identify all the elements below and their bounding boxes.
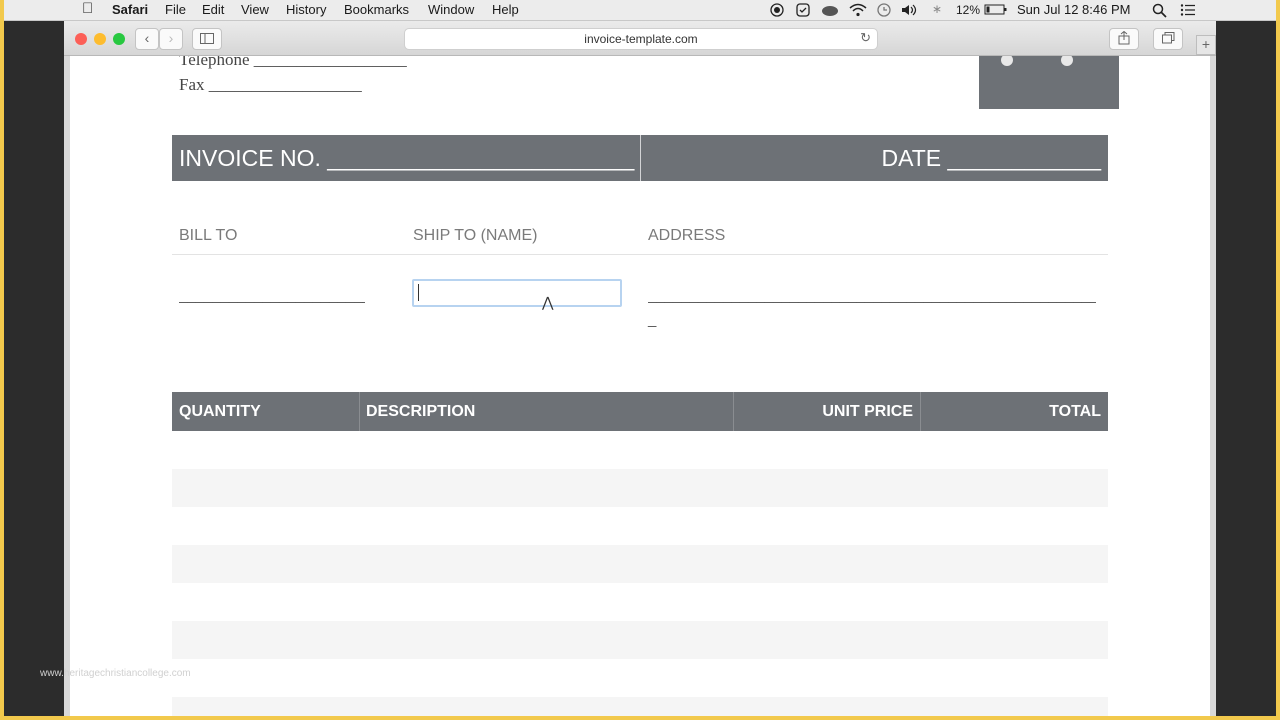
bill-to-heading: BILL TO [179,227,238,244]
share-button[interactable] [1109,28,1139,50]
back-button[interactable]: ‹ [135,28,159,50]
page-edge-left [64,56,70,716]
web-page: Telephone __________________ Fax _______… [64,56,1216,716]
line-item-row[interactable] [172,469,1108,507]
battery-percent: 12% [956,3,981,17]
menubar-clock[interactable]: Sun Jul 12 8:46 PM [1017,2,1130,17]
ibeam-cursor-icon: ⋀ [542,294,554,310]
line-item-row[interactable] [172,431,1108,469]
address-field-overflow[interactable]: _ [648,311,656,328]
safari-window: ‹ › invoice-template.com ↻ Telephone ___… [64,21,1216,716]
menu-window[interactable]: Window [428,2,474,17]
record-icon[interactable] [770,3,784,17]
section-divider [172,254,1108,255]
apple-icon[interactable]:  [82,0,93,17]
column-divider [920,392,921,431]
date-cell[interactable]: DATE ____________ [641,135,1108,181]
ship-to-input[interactable] [412,279,622,307]
zoom-window-button[interactable] [113,33,125,45]
wifi-icon[interactable] [849,3,867,17]
ship-to-heading: SHIP TO (NAME) [413,227,538,244]
notification-center-icon[interactable] [1180,3,1196,17]
new-tab-button[interactable]: + [1196,35,1216,55]
line-item-row[interactable] [172,659,1108,697]
address-url[interactable]: invoice-template.com [405,32,877,46]
address-bar[interactable]: invoice-template.com ↻ [404,28,878,50]
logo-dot [1061,56,1073,66]
menu-file[interactable]: File [165,2,186,17]
menu-bar:  Safari File Edit View History Bookmark… [4,0,1276,21]
menu-edit[interactable]: Edit [202,2,224,17]
menu-help[interactable]: Help [492,2,519,17]
time-machine-icon[interactable] [877,3,891,17]
description-column-header[interactable]: DESCRIPTION [366,403,475,421]
line-item-row[interactable] [172,545,1108,583]
battery-icon[interactable] [984,3,1008,16]
page-edge-right [1210,56,1216,716]
line-item-row[interactable] [172,507,1108,545]
date-label[interactable]: DATE ____________ [881,145,1101,172]
reload-icon[interactable]: ↻ [860,30,871,46]
menu-bookmarks[interactable]: Bookmarks [344,2,409,17]
checklist-icon[interactable] [796,3,810,17]
bill-to-field[interactable]: ____________________________ [179,287,365,304]
spotlight-search-icon[interactable] [1152,3,1167,18]
menu-history[interactable]: History [286,2,326,17]
telephone-field-label[interactable]: Telephone __________________ [179,56,407,70]
unit-price-column-header[interactable]: UNIT PRICE [822,403,913,421]
company-logo-placeholder[interactable] [979,56,1119,109]
invoice-number-label[interactable]: INVOICE NO. ________________________ [179,145,634,172]
browser-toolbar: ‹ › invoice-template.com ↻ [64,21,1216,56]
menu-view[interactable]: View [241,2,269,17]
address-field[interactable]: ________________________________________… [648,287,1096,304]
share-icon [1118,30,1130,45]
logo-dot [1001,56,1013,66]
minimize-window-button[interactable] [94,33,106,45]
line-items-header: QUANTITY DESCRIPTION UNIT PRICE TOTAL [172,392,1108,431]
invoice-number-cell[interactable]: INVOICE NO. ________________________ [172,135,640,181]
volume-icon[interactable] [901,3,919,17]
sidebar-icon [200,33,214,44]
line-item-row[interactable] [172,697,1108,716]
menu-app-name[interactable]: Safari [112,2,148,17]
text-caret [418,284,419,301]
address-heading: ADDRESS [648,227,726,244]
tabs-icon [1161,32,1174,44]
cloud-icon[interactable] [821,3,839,17]
column-divider [359,392,360,431]
forward-button[interactable]: › [159,28,183,50]
sidebar-button[interactable] [192,28,222,50]
invoice-header-banner: INVOICE NO. ________________________ DAT… [172,135,1108,181]
column-divider [733,392,734,431]
total-column-header[interactable]: TOTAL [1049,403,1101,421]
fax-field-label[interactable]: Fax __________________ [179,75,362,95]
watermark-text: www.heritagechristiancollege.com [40,668,191,679]
bluetooth-icon[interactable]: ∗ [932,2,942,16]
quantity-column-header[interactable]: QUANTITY [179,403,261,421]
tabs-overview-button[interactable] [1153,28,1183,50]
close-window-button[interactable] [75,33,87,45]
line-item-row[interactable] [172,583,1108,621]
line-item-row[interactable] [172,621,1108,659]
